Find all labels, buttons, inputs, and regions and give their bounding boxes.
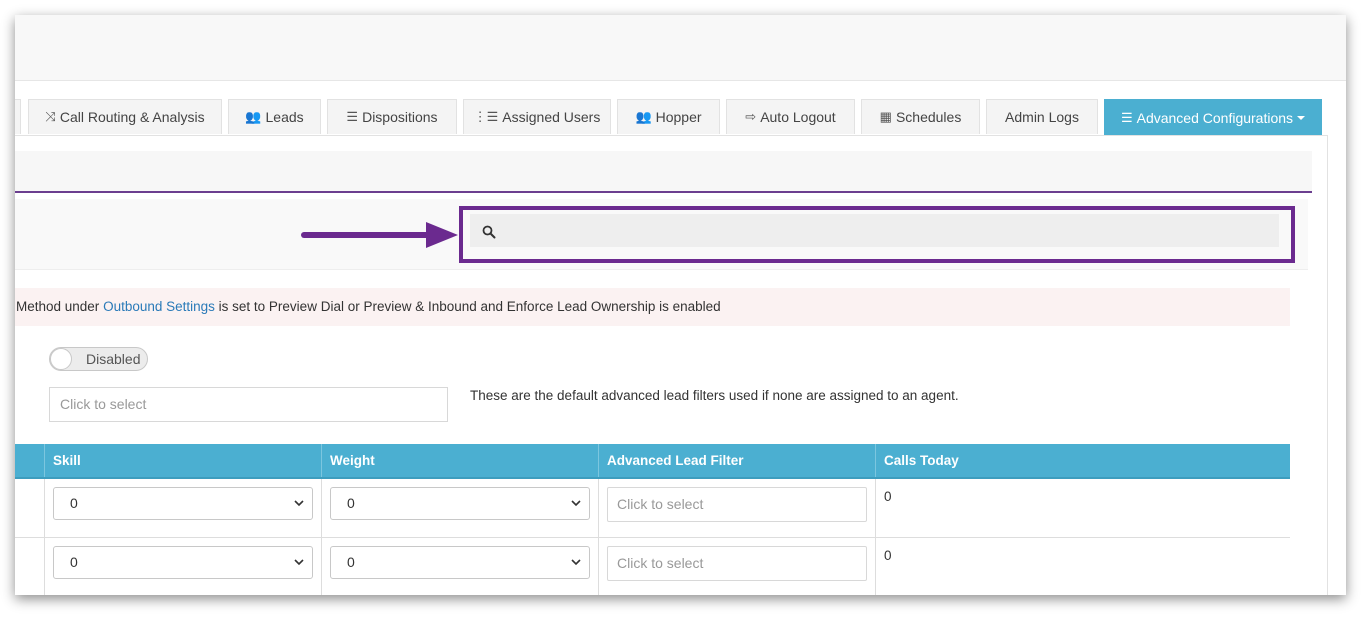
chevron-down-icon: [294, 559, 304, 566]
tab-label: Hopper: [655, 109, 702, 125]
caret-down-icon: [1297, 115, 1306, 120]
users-icon: 👥: [245, 109, 262, 124]
skill-cell: 0: [44, 479, 321, 537]
weight-cell: 0: [321, 538, 598, 595]
tab-label: Assigned Users: [502, 109, 601, 125]
tab-label: Admin Logs: [1005, 109, 1079, 125]
app-window: ⤨ Call Routing & Analysis 👥 Leads ☰ Disp…: [15, 15, 1346, 595]
shuffle-icon: ⤨: [45, 109, 56, 124]
divider: [15, 191, 1312, 193]
outbound-settings-link[interactable]: Outbound Settings: [103, 299, 215, 314]
filter-cell: Click to select: [598, 538, 875, 595]
tab-label: Call Routing & Analysis: [59, 109, 205, 125]
alert-notice: Method under Outbound Settings is set to…: [15, 288, 1290, 326]
table-row: 0 0 Click to select 0: [15, 538, 1290, 595]
server-icon: ☰: [1120, 109, 1133, 125]
skill-select[interactable]: 0: [53, 546, 313, 579]
calls-cell: 0: [875, 538, 1290, 595]
weight-select[interactable]: 0: [330, 546, 590, 579]
tab-advanced-configurations[interactable]: ☰ Advanced Configurations: [1104, 99, 1322, 135]
calls-cell: 0: [875, 479, 1290, 537]
notice-text: Method under: [16, 299, 104, 314]
tab-label: Dispositions: [362, 109, 438, 125]
select-value: 0: [347, 554, 355, 570]
chevron-down-icon: [571, 559, 581, 566]
tab-assigned-users[interactable]: ⋮☰ Assigned Users: [463, 99, 611, 134]
advanced-lead-filter-select[interactable]: Click to select: [607, 546, 867, 581]
table-header: Skill Weight Advanced Lead Filter Calls …: [15, 444, 1290, 479]
chevron-down-icon: [571, 500, 581, 507]
users-icon: 👥: [635, 109, 652, 124]
column-header-calls-today[interactable]: Calls Today: [875, 444, 1290, 477]
arrow-annotation: [301, 222, 458, 248]
search-input[interactable]: [470, 214, 1279, 247]
skill-cell: 0: [44, 538, 321, 595]
tab-label: Leads: [265, 109, 304, 125]
tab-label: Schedules: [895, 109, 962, 125]
skill-select[interactable]: 0: [53, 487, 313, 520]
tab-dispositions[interactable]: ☰ Dispositions: [327, 99, 457, 134]
tab-leads[interactable]: 👥 Leads: [228, 99, 321, 134]
tab-label: Auto Logout: [760, 109, 836, 125]
top-navbar: [15, 15, 1346, 81]
calls-today-value: 0: [884, 489, 892, 504]
tab-bar: ⤨ Call Routing & Analysis 👥 Leads ☰ Disp…: [15, 99, 1346, 135]
divider: [15, 135, 1328, 136]
weight-cell: 0: [321, 479, 598, 537]
tab-partial[interactable]: [15, 99, 21, 134]
list-icon: ☰: [346, 109, 359, 124]
filter-cell: Click to select: [598, 479, 875, 537]
toggle-knob: [50, 348, 72, 370]
tab-admin-logs[interactable]: Admin Logs: [986, 99, 1098, 134]
column-header-advanced-lead-filter[interactable]: Advanced Lead Filter: [598, 444, 875, 477]
ordered-list-icon: ⋮☰: [473, 109, 499, 124]
notice-text: is set to Preview Dial or Preview & Inbo…: [214, 299, 721, 314]
calendar-icon: ▦: [879, 109, 892, 124]
search-icon: [482, 225, 496, 239]
tab-label: Advanced Configurations: [1136, 109, 1294, 126]
table-row: 0 0 Click to select 0: [15, 479, 1290, 538]
advanced-lead-filter-select[interactable]: Click to select: [607, 487, 867, 522]
select-value: 0: [70, 554, 78, 570]
calls-today-value: 0: [884, 548, 892, 563]
sign-out-icon: ⇨: [745, 109, 757, 124]
column-header-skill[interactable]: Skill: [44, 444, 321, 477]
weight-select[interactable]: 0: [330, 487, 590, 520]
chevron-down-icon: [294, 500, 304, 507]
default-filter-select[interactable]: Click to select: [49, 387, 448, 422]
divider: [1327, 135, 1328, 595]
lead-filter-toggle[interactable]: Disabled: [49, 347, 148, 371]
column-header-weight[interactable]: Weight: [321, 444, 598, 477]
tab-call-routing[interactable]: ⤨ Call Routing & Analysis: [28, 99, 222, 134]
tab-schedules[interactable]: ▦ Schedules: [861, 99, 980, 134]
select-value: 0: [347, 495, 355, 511]
tab-hopper[interactable]: 👥 Hopper: [617, 99, 720, 134]
toggle-label: Disabled: [86, 351, 141, 367]
help-text: These are the default advanced lead filt…: [470, 388, 959, 403]
panel-heading: [15, 151, 1312, 191]
tab-auto-logout[interactable]: ⇨ Auto Logout: [726, 99, 855, 134]
select-value: 0: [70, 495, 78, 511]
